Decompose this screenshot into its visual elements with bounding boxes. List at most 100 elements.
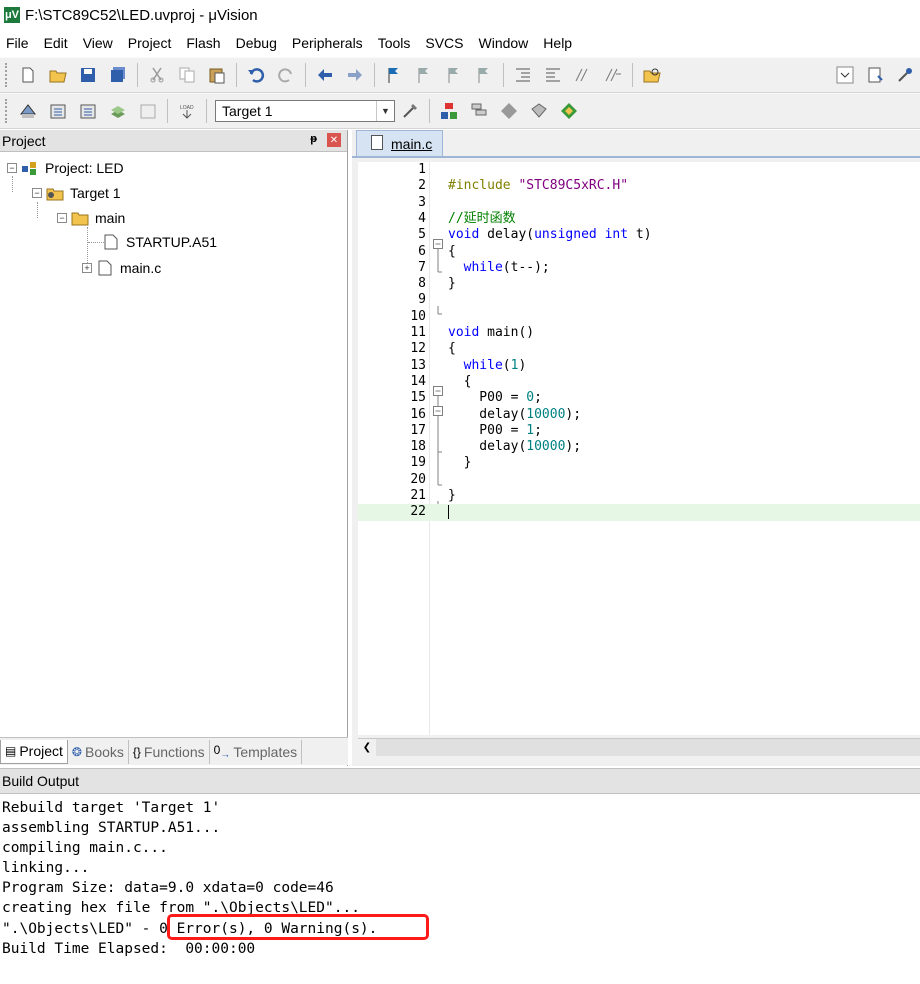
- line-number: 17: [410, 422, 426, 438]
- indent-icon[interactable]: [511, 63, 535, 87]
- undo-icon[interactable]: [244, 63, 268, 87]
- build-line: Program Size: data=9.0 xdata=0 code=46: [2, 880, 334, 897]
- menu-edit[interactable]: Edit: [44, 35, 68, 51]
- expand-icon[interactable]: +: [82, 263, 92, 273]
- tab-functions[interactable]: {} Functions: [129, 739, 210, 764]
- tab-templates[interactable]: 0→ Templates: [210, 739, 303, 764]
- manage-project-items-icon[interactable]: [437, 99, 461, 123]
- comment-icon[interactable]: [571, 63, 595, 87]
- toolbar-dropdown-icon[interactable]: [833, 63, 857, 87]
- cut-icon[interactable]: [145, 63, 169, 87]
- copy-icon[interactable]: [175, 63, 199, 87]
- code-line: 5 void delay(unsigned int t): [358, 227, 920, 243]
- configure-icon[interactable]: [863, 63, 887, 87]
- open-folder-icon[interactable]: [46, 63, 70, 87]
- menu-help[interactable]: Help: [543, 35, 572, 51]
- pack-installer-icon[interactable]: [527, 99, 551, 123]
- code-line: 18 delay(10000);: [358, 439, 920, 455]
- code-text: P00 = 0;: [448, 390, 542, 406]
- file-toolbar: [0, 57, 920, 93]
- navigate-back-icon[interactable]: [313, 63, 337, 87]
- tree-item-startup-file[interactable]: STARTUP.A51: [102, 231, 217, 253]
- menu-view[interactable]: View: [83, 35, 113, 51]
- code-text: {: [448, 373, 472, 389]
- tab-books[interactable]: ❂ Books: [68, 739, 129, 764]
- redo-icon[interactable]: [274, 63, 298, 87]
- target-select-value: Target 1: [222, 103, 273, 119]
- books-icon: ❂: [71, 744, 82, 759]
- line-number: 22: [410, 504, 426, 520]
- tree-item-group-main[interactable]: − main: [57, 207, 125, 229]
- translate-icon[interactable]: [16, 99, 40, 123]
- line-number: 18: [410, 439, 426, 455]
- line-number: 11: [410, 325, 426, 340]
- code-text: void delay(unsigned int t): [448, 227, 652, 243]
- code-text: [448, 504, 449, 520]
- code-line: 20: [358, 472, 920, 488]
- line-number: 12: [410, 341, 426, 357]
- menu-window[interactable]: Window: [479, 35, 529, 51]
- scroll-left-icon[interactable]: ❮: [358, 739, 376, 756]
- code-text: delay(10000);: [448, 439, 582, 455]
- collapse-icon[interactable]: −: [57, 213, 67, 223]
- menu-file[interactable]: File: [6, 35, 29, 51]
- save-icon[interactable]: [76, 63, 100, 87]
- collapse-icon[interactable]: −: [7, 163, 17, 173]
- unindent-icon[interactable]: [541, 63, 565, 87]
- menu-svcs[interactable]: SVCS: [425, 35, 463, 51]
- menu-project[interactable]: Project: [128, 35, 172, 51]
- rebuild-icon[interactable]: [76, 99, 100, 123]
- code-text: {: [448, 243, 456, 259]
- navigate-forward-icon[interactable]: [343, 63, 367, 87]
- stop-build-icon[interactable]: [136, 99, 160, 123]
- uncomment-icon[interactable]: [601, 63, 625, 87]
- project-panel-tabs: ▤ Project ❂ Books {} Functions 0→ Templates: [0, 737, 348, 765]
- code-text: //延时函数: [448, 210, 516, 226]
- bookmark-toggle-icon[interactable]: [382, 63, 406, 87]
- tools-icon[interactable]: [893, 63, 917, 87]
- tree-item-label: Target 1: [70, 185, 121, 201]
- templates-icon: 0→: [213, 742, 231, 761]
- tab-project[interactable]: ▤ Project: [0, 739, 68, 764]
- editor-tab-main-c[interactable]: main.c: [356, 130, 444, 156]
- new-file-icon[interactable]: [16, 63, 40, 87]
- tree-item-label: main: [95, 210, 126, 226]
- horizontal-scrollbar[interactable]: ❮: [358, 738, 920, 756]
- pack-manager-icon[interactable]: [557, 99, 581, 123]
- bookmark-clear-icon[interactable]: [472, 63, 496, 87]
- target-options-icon[interactable]: [398, 99, 422, 123]
- code-editor[interactable]: 1 2 #include "STC89C5xRC.H" 3 4 //延时函数 5 void d…: [358, 162, 920, 735]
- bookmark-prev-icon[interactable]: [412, 63, 436, 87]
- collapse-icon[interactable]: −: [32, 188, 42, 198]
- menu-flash[interactable]: Flash: [186, 35, 220, 51]
- select-packs-icon[interactable]: [467, 99, 491, 123]
- close-icon[interactable]: ✕: [327, 133, 341, 147]
- find-in-files-icon[interactable]: [640, 63, 664, 87]
- line-number: 21: [410, 488, 426, 503]
- download-load-icon[interactable]: LOAD: [175, 99, 199, 123]
- tree-item-project[interactable]: − Project: LED: [7, 157, 124, 179]
- target-folder-icon: [46, 185, 64, 201]
- save-all-icon[interactable]: [106, 63, 130, 87]
- functions-icon: {}: [132, 744, 141, 759]
- toolbar-grip[interactable]: [5, 99, 10, 123]
- code-line: 4 //延时函数: [358, 211, 920, 227]
- menu-debug[interactable]: Debug: [236, 35, 277, 51]
- menu-peripherals[interactable]: Peripherals: [292, 35, 363, 51]
- paste-icon[interactable]: [205, 63, 229, 87]
- line-number: 4: [418, 210, 426, 226]
- chevron-down-icon[interactable]: ▼: [376, 101, 394, 121]
- code-line: 14 {: [358, 374, 920, 390]
- batch-build-icon[interactable]: [106, 99, 130, 123]
- tree-item-main-c[interactable]: + main.c: [82, 257, 161, 279]
- code-text: }: [448, 276, 456, 292]
- tree-item-target[interactable]: − Target 1: [32, 182, 121, 204]
- build-line: Build Time Elapsed: 00:00:00: [2, 940, 256, 957]
- bookmark-next-icon[interactable]: [442, 63, 466, 87]
- pin-icon[interactable]: ᵽ: [310, 133, 317, 145]
- menu-tools[interactable]: Tools: [378, 35, 411, 51]
- manage-runtime-icon[interactable]: [497, 99, 521, 123]
- toolbar-grip[interactable]: [5, 63, 10, 87]
- target-select[interactable]: Target 1 ▼: [215, 100, 395, 122]
- build-icon[interactable]: [46, 99, 70, 123]
